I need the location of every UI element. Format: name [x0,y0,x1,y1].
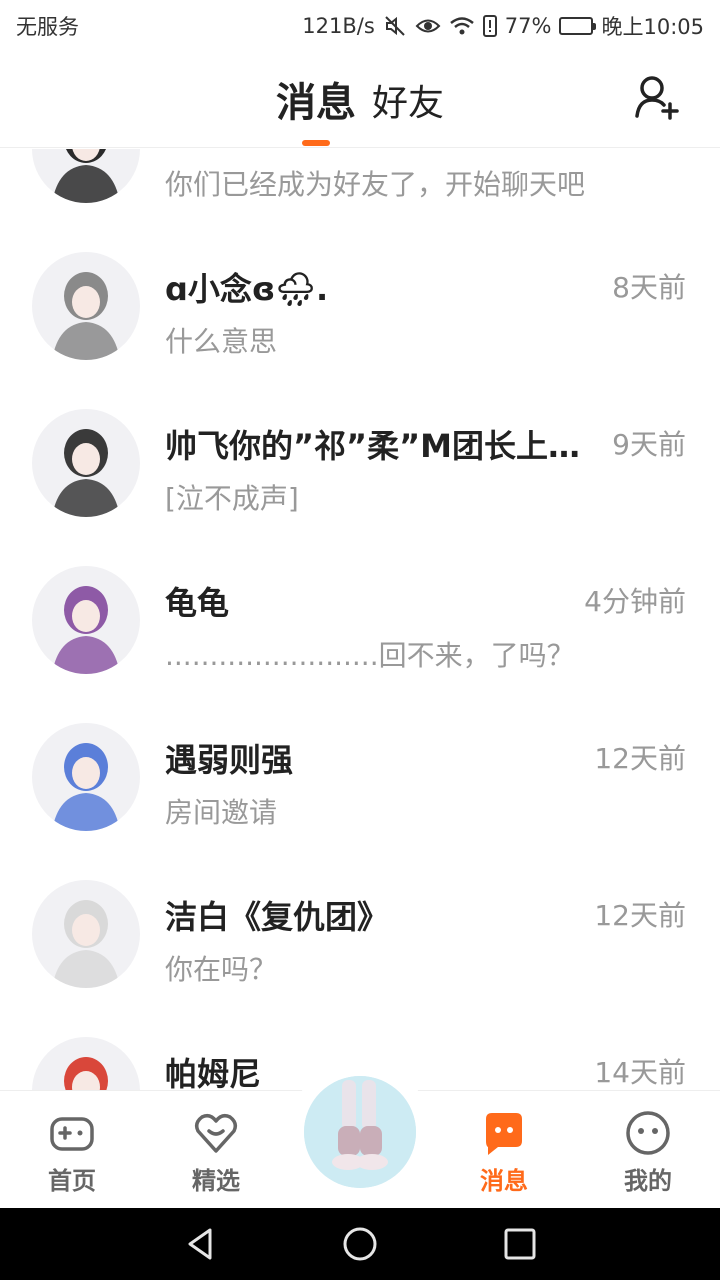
conversation-row[interactable]: 龟龟 4分钟前 ........................回不来，了吗？ [0,546,720,703]
conversation-time: 9天前 [612,428,686,461]
conversation-time: 12天前 [594,899,686,932]
avatar[interactable] [32,1037,140,1090]
conversation-row[interactable]: 洁白《复仇团》 12天前你在吗？ [0,860,720,1017]
center-character-button[interactable] [304,1076,416,1188]
conversation-name: 帅飞你的”祁”柔”M团长上线了 [165,427,595,465]
sim-alert-icon [482,15,497,37]
header: 消息 好友 [0,52,720,148]
eye-icon [415,15,441,37]
conversation-time: 8天前 [612,271,686,304]
conversation-preview: 你在吗？ [165,953,278,986]
nav-mine[interactable]: 我的 [576,1091,720,1209]
tab-active-indicator [301,140,330,146]
avatar[interactable] [32,566,140,674]
conversation-preview: 你们已经成为好友了，开始聊天吧 [165,168,586,201]
avatar[interactable] [32,149,140,203]
conversation-name: 帕姆尼 [165,1055,262,1090]
nav-home-label: 首页 [48,1167,96,1195]
mute-icon [383,14,407,38]
conversation-row[interactable]: 遇弱则强 12天前房间邀请 [0,703,720,860]
heart-icon [194,1113,238,1153]
conversation-name: 洋（青玉🙂）（永久团） [165,149,509,153]
conversation-list[interactable]: 洋（青玉🙂）（永久团）8天前你们已经成为好友了，开始聊天吧 ɑ小念ɞ🌧. 8天前什么… [0,149,720,1090]
status-bar: 无服务 121B/s 77% 晚上10:05 [0,0,720,52]
conversation-list-inner: 洋（青玉🙂）（永久团）8天前你们已经成为好友了，开始聊天吧 ɑ小念ɞ🌧. 8天前什么… [0,149,720,1090]
home-circle-icon[interactable] [340,1224,380,1264]
conversation-preview: 什么意思 [165,325,278,358]
nav-mine-label: 我的 [624,1167,672,1195]
chat-bubble-icon [486,1113,522,1155]
conversation-time: 12天前 [594,742,686,775]
conversation-name: 遇弱则强 [165,741,294,779]
conversation-preview: [泣不成声] [165,482,299,515]
avatar[interactable] [32,252,140,360]
nav-home[interactable]: 首页 [0,1091,144,1209]
avatar[interactable] [32,880,140,988]
battery-percent: 77% [504,14,552,38]
tab-messages[interactable]: 消息 [275,70,356,146]
conversation-name: ɑ小念ɞ🌧. [165,270,329,308]
add-friend-icon[interactable] [634,74,680,120]
conversation-preview: ........................回不来，了吗？ [165,639,575,672]
battery-icon [559,17,597,35]
conversation-time: 14天前 [594,1056,686,1089]
conversation-name: 龟龟 [165,584,230,622]
nav-featured-label: 精选 [192,1167,240,1195]
nav-messages-label: 消息 [480,1167,528,1195]
conversation-name: 洁白《复仇团》 [165,898,390,936]
avatar[interactable] [32,409,140,517]
nav-featured[interactable]: 精选 [144,1091,288,1209]
conversation-time: 4分钟前 [584,585,686,618]
character-avatar-icon [304,1076,416,1188]
conversation-preview: 房间邀请 [165,796,278,829]
carrier-label: 无服务 [16,15,79,39]
header-tabs: 消息 好友 [0,70,720,146]
smiley-icon [626,1111,670,1155]
gamepad-icon [50,1117,94,1151]
tab-messages-label: 消息 [275,80,356,126]
nav-messages[interactable]: 消息 [432,1091,576,1209]
clock: 晚上10:05 [601,15,704,39]
conversation-row[interactable]: ɑ小念ɞ🌧. 8天前什么意思 [0,232,720,389]
back-icon[interactable] [180,1224,220,1264]
conversation-row[interactable]: 帅飞你的”祁”柔”M团长上线了 9天前 [泣不成声] [0,389,720,546]
avatar[interactable] [32,723,140,831]
wifi-icon [449,15,475,37]
network-speed: 121B/s [302,14,375,38]
tab-friends[interactable]: 好友 [372,74,444,128]
system-nav-bar [0,1208,720,1280]
recents-icon[interactable] [500,1224,540,1264]
status-indicators: 121B/s 77% 晚上10:05 [302,11,704,41]
conversation-row[interactable]: 洋（青玉🙂）（永久团）8天前你们已经成为好友了，开始聊天吧 [0,149,720,232]
